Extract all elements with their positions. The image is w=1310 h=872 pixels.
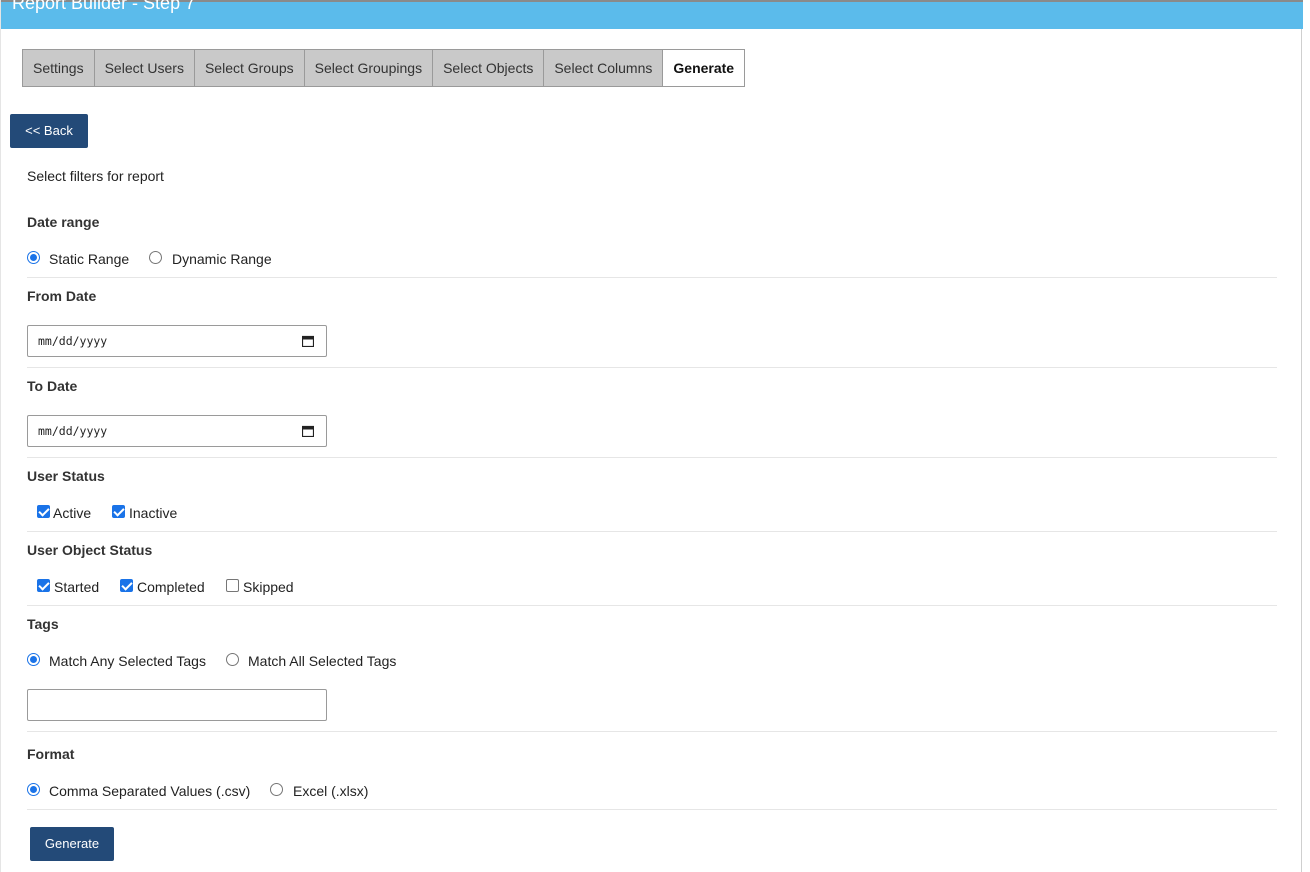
skipped-label[interactable]: Skipped [243,579,294,595]
tab-generate[interactable]: Generate [663,50,745,86]
skipped-checkbox[interactable] [226,579,239,592]
xlsx-format-radio[interactable] [270,783,283,796]
user-object-status-label: User Object Status [27,542,153,558]
static-range-label[interactable]: Static Range [49,251,129,267]
csv-format-radio[interactable] [27,783,40,796]
xlsx-format-label[interactable]: Excel (.xlsx) [293,783,368,799]
divider [27,531,1277,532]
divider [27,277,1277,278]
csv-format-label[interactable]: Comma Separated Values (.csv) [49,783,250,799]
inactive-label[interactable]: Inactive [129,505,177,521]
tab-select-objects[interactable]: Select Objects [433,50,545,86]
completed-label[interactable]: Completed [137,579,205,595]
static-range-radio[interactable] [27,251,40,264]
tab-settings[interactable]: Settings [23,50,95,86]
to-date-placeholder: mm/dd/yyyy [38,424,108,438]
date-range-label: Date range [27,214,100,230]
from-date-placeholder: mm/dd/yyyy [38,334,108,348]
started-checkbox[interactable] [37,579,50,592]
dynamic-range-label[interactable]: Dynamic Range [172,251,272,267]
match-any-tags-label[interactable]: Match Any Selected Tags [49,653,206,669]
from-date-input[interactable]: mm/dd/yyyy [27,325,327,357]
inactive-checkbox[interactable] [112,505,125,518]
from-date-label: From Date [27,288,97,304]
tags-label: Tags [27,616,59,632]
back-button[interactable]: << Back [10,114,88,148]
header-bar: Report Builder - Step 7 [1,0,1303,29]
tab-select-groupings[interactable]: Select Groupings [304,50,434,86]
tab-select-users[interactable]: Select Users [94,50,195,86]
step-tabs: Settings Select Users Select Groups Sele… [22,49,746,87]
page-title: Report Builder - Step 7 [12,0,196,13]
match-all-tags-radio[interactable] [226,653,239,666]
tags-input[interactable] [27,689,327,721]
to-date-input[interactable]: mm/dd/yyyy [27,415,327,447]
divider [27,809,1277,810]
divider [27,605,1277,606]
completed-checkbox[interactable] [120,579,133,592]
tab-select-columns[interactable]: Select Columns [544,50,664,86]
calendar-icon[interactable] [302,335,314,347]
generate-button[interactable]: Generate [30,827,114,861]
user-status-label: User Status [27,468,105,484]
report-builder-window: Report Builder - Step 7 Settings Select … [0,0,1303,872]
active-checkbox[interactable] [37,505,50,518]
divider [27,731,1277,732]
active-label[interactable]: Active [53,505,91,521]
divider [27,457,1277,458]
started-label[interactable]: Started [54,579,99,595]
format-label: Format [27,746,75,762]
divider [27,367,1277,368]
calendar-icon[interactable] [302,425,314,437]
dynamic-range-radio[interactable] [149,251,162,264]
intro-text: Select filters for report [27,168,164,184]
tab-select-groups[interactable]: Select Groups [194,50,305,86]
to-date-label: To Date [27,378,78,394]
match-all-tags-label[interactable]: Match All Selected Tags [248,653,396,669]
match-any-tags-radio[interactable] [27,653,40,666]
